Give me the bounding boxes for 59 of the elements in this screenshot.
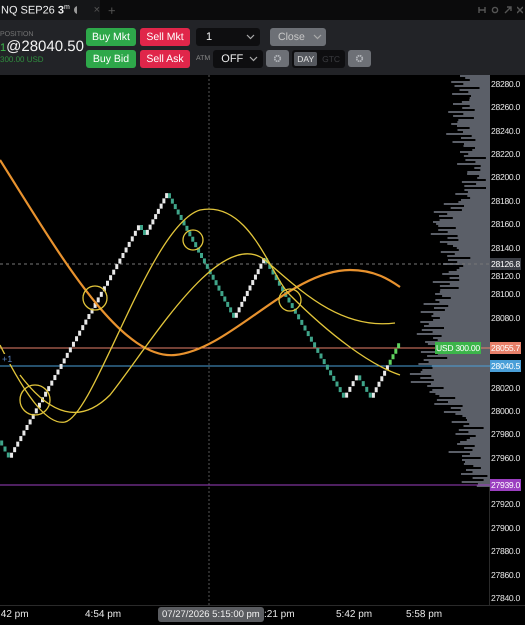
price-tick: 27920.0 (491, 499, 520, 510)
time-tick: 5:58 pm (406, 609, 442, 620)
chart-tab[interactable]: NQ SEP26 3$^{m}$ × (0, 0, 100, 20)
price-label: 28126.8 (490, 258, 521, 270)
time-tick: :42 pm (0, 609, 29, 620)
position-quantity: 1 (0, 42, 6, 54)
price-tick: 28260.0 (491, 102, 520, 112)
position-pnl: 300.00 USD (0, 55, 45, 64)
time-in-force-option[interactable]: DAY (294, 52, 318, 66)
atm-dropdown[interactable]: OFF (213, 50, 264, 68)
caret-icon (313, 34, 322, 40)
order-button[interactable]: Buy Bid (86, 50, 136, 68)
time-tick: :21 pm (264, 609, 295, 620)
quantity-field[interactable]: 1 (196, 28, 260, 46)
price-tick: 28000.0 (491, 406, 520, 416)
price-tick: 28100.0 (491, 289, 520, 300)
price-label: 28040.5 (490, 360, 521, 372)
pop-out-icon[interactable] (504, 6, 512, 14)
position-marker: +1 (2, 354, 12, 364)
price-tick: 28200.0 (491, 172, 520, 182)
settings-icon (273, 54, 282, 63)
settings-icon (355, 54, 364, 63)
position-price: @28040.50 (6, 38, 84, 55)
price-tick: 27860.0 (491, 570, 520, 580)
price-tick: 27960.0 (491, 452, 520, 463)
crossover-circle (82, 285, 108, 311)
price-tick: 28080.0 (491, 312, 520, 323)
price-tick: 27980.0 (491, 429, 520, 440)
order-button[interactable]: Sell Ask (140, 50, 190, 68)
price-tick: 27840.0 (491, 592, 520, 603)
price-tick: 28160.0 (491, 219, 520, 230)
crossover-circle (278, 288, 302, 312)
crossover-circle (19, 384, 51, 416)
close-tab-button[interactable]: × (94, 4, 100, 16)
order-settings-button[interactable] (348, 50, 372, 67)
time-tick: 5:42 pm (336, 609, 372, 620)
settings-icon[interactable] (491, 6, 499, 14)
price-tick: 27880.0 (491, 546, 520, 556)
price-tick: 28140.0 (491, 242, 520, 253)
crossover-circle (182, 229, 204, 251)
price-tick: 28120.0 (491, 270, 520, 281)
price-label: 28055.7 (490, 342, 521, 354)
order-button[interactable]: Buy Mkt (86, 28, 136, 46)
price-tick: 28240.0 (491, 126, 520, 136)
price-tick: 28220.0 (491, 149, 520, 160)
close-icon[interactable] (517, 6, 523, 14)
price-tick: 28280.0 (491, 79, 520, 89)
new-tab-button[interactable]: + (108, 2, 116, 18)
price-label: USD 300.00 (435, 342, 481, 354)
price-tick: 28180.0 (491, 196, 520, 206)
atm-settings-button[interactable] (266, 50, 290, 67)
caret-icon (246, 34, 255, 40)
price-tick: 27900.0 (491, 522, 520, 533)
caret-icon (249, 56, 258, 62)
order-button[interactable]: Sell Mkt (140, 28, 190, 46)
time-tick: 4:54 pm (85, 609, 122, 620)
crosshair-time-label: 07/27/2026 5:15:00 pm (158, 607, 264, 622)
price-tick: 28020.0 (491, 382, 520, 393)
price-label: 27939.0 (490, 479, 521, 491)
